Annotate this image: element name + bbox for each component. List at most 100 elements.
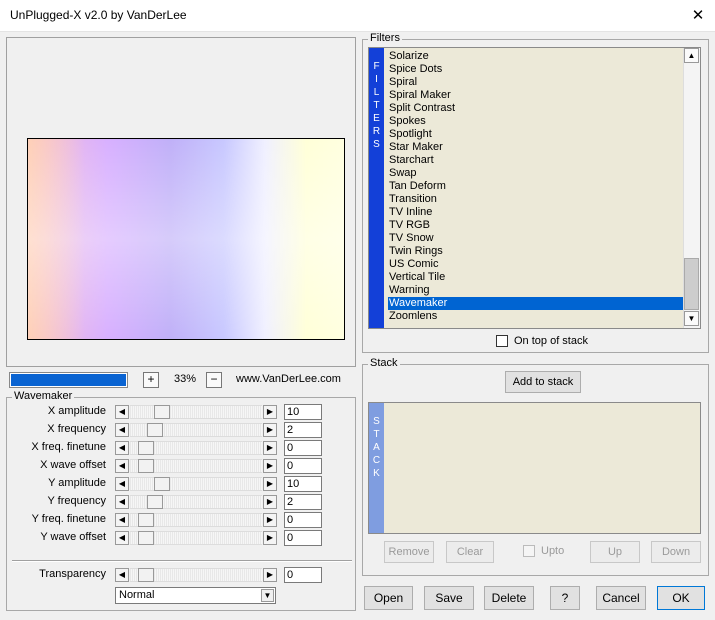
filter-list-item[interactable]: Starchart (388, 154, 684, 167)
add-to-stack-button[interactable]: Add to stack (505, 371, 581, 393)
preview-image[interactable] (27, 138, 345, 340)
filter-list-item[interactable]: Tan Deform (388, 180, 684, 193)
filter-list-item[interactable]: TV Snow (388, 232, 684, 245)
filter-list-item[interactable]: Zoomlens (388, 310, 684, 323)
arrow-right-icon[interactable]: ▶ (263, 405, 277, 419)
param-slider-track[interactable] (130, 477, 262, 491)
website-link[interactable]: www.VanDerLee.com (236, 373, 341, 385)
arrow-right-icon[interactable]: ▶ (263, 477, 277, 491)
param-slider-thumb[interactable] (154, 405, 170, 419)
filter-list-item[interactable]: Spiral Maker (388, 89, 684, 102)
arrow-left-icon[interactable]: ◀ (115, 513, 129, 527)
param-input[interactable]: 10 (284, 476, 322, 492)
filter-list-item[interactable]: Transition (388, 193, 684, 206)
arrow-right-icon[interactable]: ▶ (263, 531, 277, 545)
close-icon[interactable]: ✕ (688, 6, 708, 26)
param-slider-track[interactable] (130, 405, 262, 419)
arrow-left-icon[interactable]: ◀ (115, 477, 129, 491)
arrow-left-icon[interactable]: ◀ (115, 568, 129, 582)
param-slider-track[interactable] (130, 423, 262, 437)
param-slider-track[interactable] (130, 531, 262, 545)
filter-list-item[interactable]: Split Contrast (388, 102, 684, 115)
filter-list-item[interactable]: Spokes (388, 115, 684, 128)
on-top-checkbox[interactable] (496, 335, 508, 347)
filter-list-item[interactable]: TV RGB (388, 219, 684, 232)
arrow-right-icon[interactable]: ▶ (263, 459, 277, 473)
param-input[interactable]: 0 (284, 512, 322, 528)
param-input[interactable]: 0 (284, 458, 322, 474)
transparency-input[interactable]: 0 (284, 567, 322, 583)
param-input[interactable]: 2 (284, 494, 322, 510)
down-button[interactable]: Down (651, 541, 701, 563)
title-bar: UnPlugged-X v2.0 by VanDerLee ✕ (0, 0, 715, 32)
filter-list-item[interactable]: US Comic (388, 258, 684, 271)
arrow-left-icon[interactable]: ◀ (115, 423, 129, 437)
param-input[interactable]: 2 (284, 422, 322, 438)
filter-list-item[interactable]: Spice Dots (388, 63, 684, 76)
open-button[interactable]: Open (364, 586, 413, 610)
filter-list-item[interactable]: Solarize (388, 50, 684, 63)
transparency-slider-track[interactable] (130, 568, 262, 582)
arrow-right-icon[interactable]: ▶ (263, 423, 277, 437)
arrow-right-icon[interactable]: ▶ (263, 568, 277, 582)
clear-button[interactable]: Clear (446, 541, 494, 563)
param-slider-thumb[interactable] (138, 441, 154, 455)
param-slider-thumb[interactable] (138, 459, 154, 473)
filter-list-item[interactable]: Vertical Tile (388, 271, 684, 284)
arrow-left-icon[interactable]: ◀ (115, 495, 129, 509)
zoom-out-button[interactable]: − (206, 372, 222, 388)
arrow-right-icon[interactable]: ▶ (263, 513, 277, 527)
blend-mode-select[interactable]: Normal ▼ (115, 587, 276, 604)
progress-bar (9, 372, 128, 388)
param-input[interactable]: 0 (284, 440, 322, 456)
filters-scrollbar[interactable]: ▲ ▼ (683, 48, 700, 328)
filters-list[interactable]: FILTERS Solarize Spice Dots Spiral Spiral M… (368, 47, 701, 329)
zoom-in-button[interactable]: + (143, 372, 159, 388)
filter-list-item[interactable]: Twin Rings (388, 245, 684, 258)
filter-list-item[interactable]: TV Inline (388, 206, 684, 219)
param-slider-thumb[interactable] (138, 513, 154, 527)
param-slider-track[interactable] (130, 513, 262, 527)
stack-side-label: STACK (369, 403, 384, 533)
arrow-left-icon[interactable]: ◀ (115, 531, 129, 545)
help-button[interactable]: ? (550, 586, 580, 610)
ok-button[interactable]: OK (657, 586, 705, 610)
arrow-left-icon[interactable]: ◀ (115, 459, 129, 473)
transparency-slider-thumb[interactable] (138, 568, 154, 582)
filter-list-item[interactable]: Spotlight (388, 128, 684, 141)
arrow-right-icon[interactable]: ▶ (263, 441, 277, 455)
filters-side-label: FILTERS (369, 48, 384, 328)
arrow-left-icon[interactable]: ◀ (115, 441, 129, 455)
arrow-left-icon[interactable]: ◀ (115, 405, 129, 419)
param-label: X frequency (47, 423, 106, 435)
arrow-right-icon[interactable]: ▶ (263, 495, 277, 509)
delete-button[interactable]: Delete (484, 586, 534, 610)
param-slider-thumb[interactable] (147, 495, 163, 509)
param-slider-track[interactable] (130, 459, 262, 473)
chevron-down-icon[interactable]: ▼ (261, 589, 274, 602)
param-label: Y wave offset (40, 531, 106, 543)
up-button[interactable]: Up (590, 541, 640, 563)
scroll-thumb[interactable] (684, 258, 699, 310)
cancel-button[interactable]: Cancel (596, 586, 646, 610)
arrow-down-icon[interactable]: ▼ (684, 311, 699, 326)
param-slider-track[interactable] (130, 441, 262, 455)
upto-checkbox[interactable] (523, 545, 535, 557)
param-label: Y freq. finetune (31, 513, 106, 525)
param-slider-thumb[interactable] (154, 477, 170, 491)
save-button[interactable]: Save (424, 586, 474, 610)
filter-list-item[interactable]: Warning (388, 284, 684, 297)
upto-label: Upto (541, 545, 565, 557)
param-slider-track[interactable] (130, 495, 262, 509)
param-input[interactable]: 0 (284, 530, 322, 546)
filter-list-item[interactable]: Wavemaker (388, 297, 684, 310)
filter-list-item[interactable]: Spiral (388, 76, 684, 89)
param-input[interactable]: 10 (284, 404, 322, 420)
remove-button[interactable]: Remove (384, 541, 434, 563)
param-slider-thumb[interactable] (138, 531, 154, 545)
stack-list[interactable]: STACK (368, 402, 701, 534)
arrow-up-icon[interactable]: ▲ (684, 48, 699, 63)
param-slider-thumb[interactable] (147, 423, 163, 437)
filter-list-item[interactable]: Swap (388, 167, 684, 180)
filter-list-item[interactable]: Star Maker (388, 141, 684, 154)
